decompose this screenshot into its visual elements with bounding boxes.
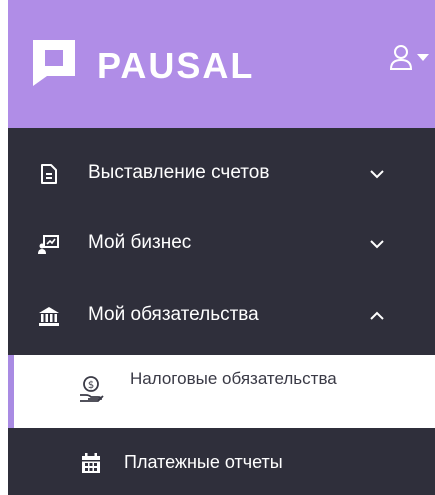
bank-building-icon — [39, 307, 59, 326]
user-menu-button[interactable] — [388, 40, 435, 76]
chevron-up-icon — [370, 311, 384, 320]
document-icon — [41, 164, 57, 184]
sidebar-subitem-tax-obligations[interactable]: $ Налоговые обязательства — [8, 355, 435, 428]
business-presentation-icon — [38, 235, 59, 254]
sidebar-item-invoicing[interactable]: Выставление счетов — [8, 148, 435, 198]
sidebar-subitem-label: Платежные отчеты — [124, 452, 283, 472]
sidebar-item-label: Выставление счетов — [88, 162, 270, 183]
caret-down-icon — [417, 54, 429, 61]
money-hand-icon: $ — [80, 376, 104, 402]
sidebar-item-my-obligations[interactable]: Мой обязательства — [8, 290, 435, 340]
app-frame: PAUSAL Выставление счетов Мой бизнес Мой… — [0, 0, 435, 495]
chevron-down-icon — [370, 170, 384, 179]
user-icon — [389, 45, 413, 70]
active-indicator — [8, 355, 14, 428]
calendar-icon — [82, 453, 100, 473]
sidebar-subitem-payment-reports[interactable]: Платежные отчеты — [8, 436, 435, 486]
svg-text:$: $ — [88, 380, 94, 391]
sidebar-subitem-label: Налоговые обязательства — [130, 369, 337, 388]
sidebar-item-label: Мой обязательства — [88, 304, 259, 325]
sidebar-item-my-business[interactable]: Мой бизнес — [8, 218, 435, 268]
chevron-down-icon — [370, 240, 384, 249]
sidebar-item-label: Мой бизнес — [88, 232, 192, 253]
logo-mark — [33, 40, 75, 86]
brand-name: PAUSAL — [97, 45, 255, 86]
header-bar: PAUSAL — [8, 0, 435, 128]
